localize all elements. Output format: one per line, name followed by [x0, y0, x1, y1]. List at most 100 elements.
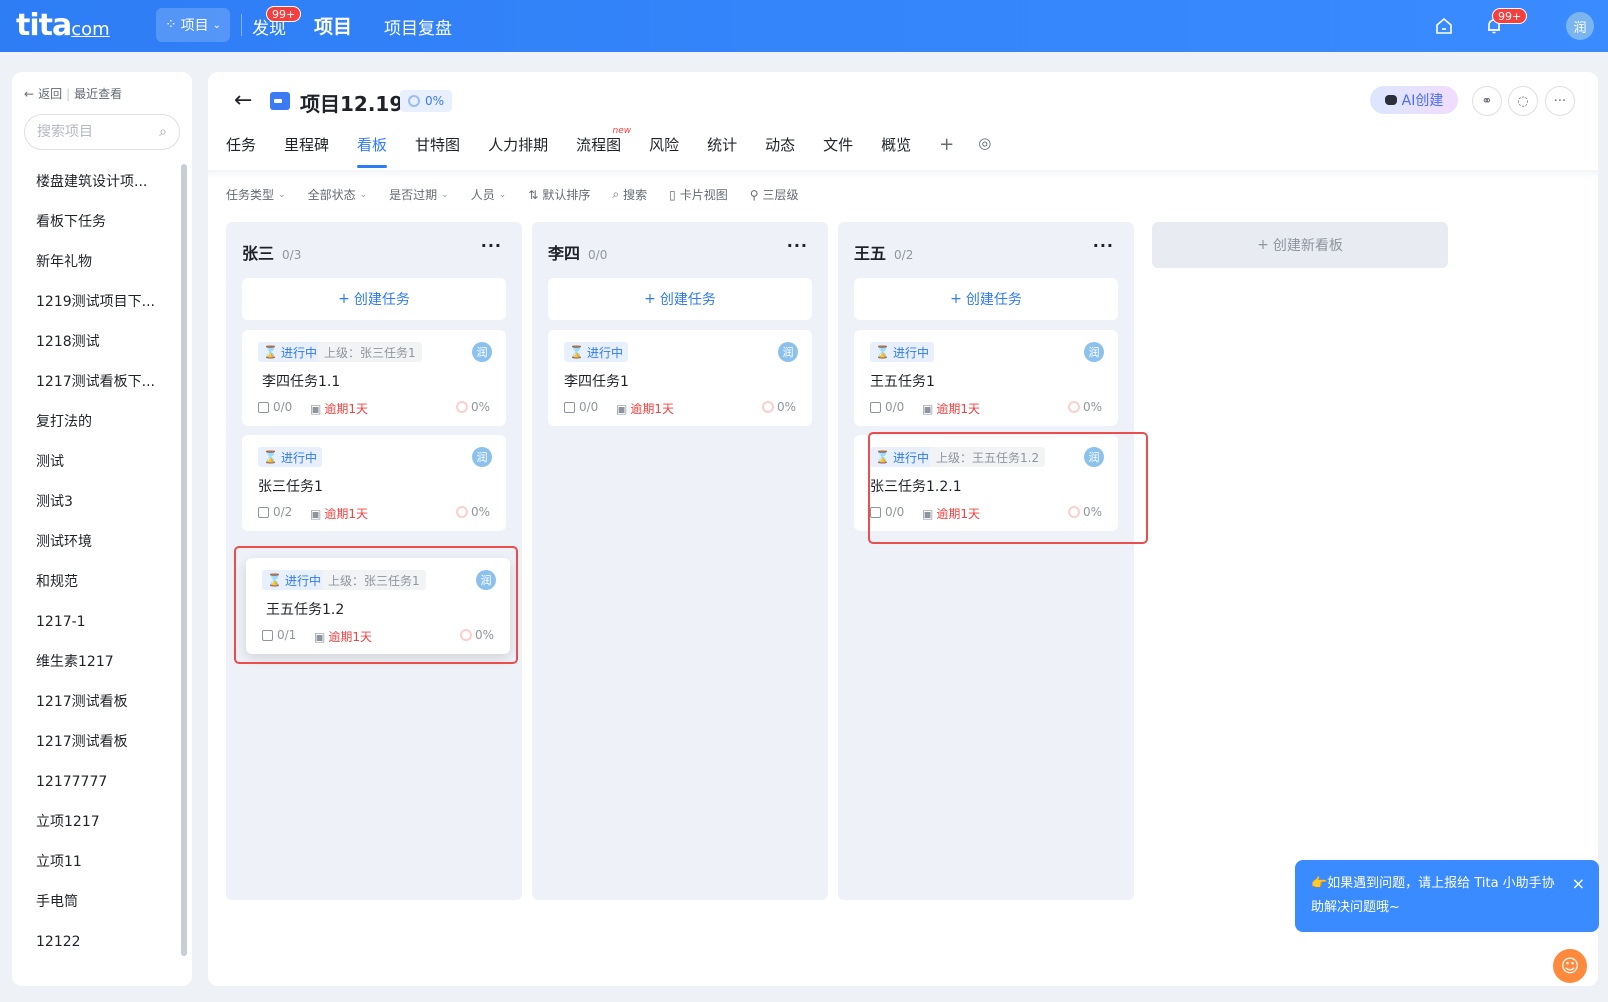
calendar-icon: ▣ [922, 401, 934, 416]
nav-project[interactable]: 项目 [314, 12, 352, 39]
user-avatar[interactable]: 润 [1566, 12, 1594, 40]
checkbox-icon [258, 506, 269, 518]
project-item[interactable]: 看板下任务 [12, 202, 178, 242]
add-tab-icon[interactable]: + [939, 134, 954, 155]
project-switcher[interactable]: ⁘ 项目 ⌄ [156, 8, 230, 42]
sort-button[interactable]: ⇅ 默认排序 [528, 186, 590, 203]
project-item[interactable]: 12122 [12, 922, 178, 962]
plus-icon: + [644, 291, 656, 307]
task-progress: 0% [455, 400, 490, 414]
project-item[interactable]: 1217-1 [12, 602, 178, 642]
filter-status[interactable]: 全部状态 ⌄ [308, 186, 368, 203]
due-status: ▣ 逾期1天 [310, 401, 368, 417]
project-search: ⌕ [24, 114, 180, 150]
tab-activity[interactable]: 动态 [765, 134, 795, 166]
column-header: 张三 0/3 [242, 240, 301, 264]
tab-resource-schedule[interactable]: 人力排期 [488, 134, 548, 166]
project-item[interactable]: 新年礼物 [12, 242, 178, 282]
owner-avatar[interactable]: 润 [1084, 342, 1104, 362]
project-item[interactable]: 1217测试看板 [12, 722, 178, 762]
project-item[interactable]: 楼盘建筑设计项... [12, 162, 178, 202]
tab-flowchart[interactable]: 流程图 new [576, 126, 631, 166]
separator: | [66, 86, 71, 101]
column-more-icon[interactable]: ··· [1093, 236, 1114, 255]
tab-risks[interactable]: 风险 [649, 134, 679, 166]
column-more-icon[interactable]: ··· [787, 236, 808, 255]
project-item[interactable]: 1217测试看板下... [12, 362, 178, 402]
create-task-button[interactable]: + 创建任务 [242, 278, 506, 320]
project-item[interactable]: 12177777 [12, 762, 178, 802]
create-board-button[interactable]: + 创建新看板 [1152, 222, 1448, 268]
tab-kanban[interactable]: 看板 [357, 134, 388, 168]
project-item[interactable]: 立项1217 [12, 802, 178, 842]
ai-create-label: AI创建 [1401, 93, 1444, 109]
calendar-icon: ▣ [310, 401, 322, 416]
help-tooltip: 👉如果遇到问题，请上报给 Tita 小助手协助解决问题哦~ × [1295, 860, 1599, 932]
search-button[interactable]: ⌕ 搜索 [612, 186, 647, 203]
task-card[interactable]: ⌛ 进行中 润 张三任务1 0/2 ▣ 逾期1天 0% [242, 435, 506, 531]
column-more-icon[interactable]: ··· [481, 236, 502, 255]
project-item[interactable]: 测试3 [12, 482, 178, 522]
project-item[interactable]: 复打法的 [12, 402, 178, 442]
project-item[interactable]: 测试 [12, 442, 178, 482]
create-task-button[interactable]: + 创建任务 [548, 278, 812, 320]
subtask-count: 0/0 [564, 400, 598, 414]
project-item[interactable]: 维生素1217 [12, 642, 178, 682]
tab-milestones[interactable]: 里程碑 [284, 134, 329, 166]
tab-overview[interactable]: 概览 [881, 134, 911, 166]
progress-ring-icon [455, 506, 468, 518]
tita-logo[interactable]: titacom [16, 8, 110, 43]
owner-avatar[interactable]: 润 [472, 342, 492, 362]
comment-icon[interactable]: ◌ [1508, 86, 1538, 116]
card-view-button[interactable]: ▯ 卡片视图 [669, 186, 728, 203]
project-item[interactable]: 1219测试项目下... [12, 282, 178, 322]
task-title: 王五任务1 [870, 374, 935, 390]
project-item[interactable]: 手电筒 [12, 882, 178, 922]
settings-target-icon[interactable]: ◎ [978, 134, 991, 152]
project-item[interactable]: 1217测试看板 [12, 682, 178, 722]
close-icon[interactable]: × [1572, 872, 1585, 896]
project-search-input[interactable] [37, 124, 147, 140]
filter-people[interactable]: 人员 ⌄ [471, 186, 507, 203]
filter-overdue[interactable]: 是否过期 ⌄ [389, 186, 449, 203]
task-card[interactable]: ⌛ 进行中 润 王五任务1 0/0 ▣ 逾期1天 0% [854, 330, 1118, 426]
status-badge: ⌛ 进行中 [258, 447, 322, 467]
column-count: 0/2 [894, 248, 914, 262]
assistant-icon[interactable]: ☺ [1550, 946, 1590, 986]
project-item[interactable]: 1218测试 [12, 322, 178, 362]
arrow-left-icon[interactable]: ← [24, 87, 34, 101]
home-icon[interactable] [1432, 14, 1456, 38]
recent-link[interactable]: 最近查看 [74, 85, 122, 102]
back-link[interactable]: 返回 [38, 85, 62, 102]
tab-tasks[interactable]: 任务 [226, 134, 256, 166]
project-item[interactable]: 和规范 [12, 562, 178, 602]
search-icon: ⌕ [612, 187, 620, 201]
ai-create-button[interactable]: AI创建 [1370, 86, 1458, 114]
folder-icon [270, 92, 290, 110]
new-tag: new [612, 126, 632, 136]
sidebar-scrollbar[interactable] [181, 164, 187, 956]
project-header: ← 项目12.19 0% AI创建 ⚭ ◌ ··· 任务 里程碑 看板 甘特图 … [208, 72, 1598, 172]
tab-statistics[interactable]: 统计 [707, 134, 737, 166]
nav-project-review[interactable]: 项目复盘 [384, 14, 452, 39]
owner-avatar[interactable]: 润 [778, 342, 798, 362]
share-link-icon[interactable]: ⚭ [1472, 86, 1502, 116]
project-item[interactable]: 测试环境 [12, 522, 178, 562]
parent-tag: 上级：张三任务1 [318, 342, 422, 362]
tab-gantt[interactable]: 甘特图 [415, 134, 460, 166]
back-arrow-icon[interactable]: ← [234, 88, 252, 113]
highlight-box [868, 432, 1148, 544]
owner-avatar[interactable]: 润 [472, 447, 492, 467]
tab-files[interactable]: 文件 [823, 134, 853, 166]
levels-button[interactable]: ⚲ 三层级 [750, 186, 799, 203]
task-card[interactable]: ⌛ 进行中 润 李四任务1 0/0 ▣ 逾期1天 0% [548, 330, 812, 426]
task-card[interactable]: ⌛ 进行中 上级：张三任务1 润 李四任务1.1 0/0 ▣ 逾期1天 0% [242, 330, 506, 426]
more-icon[interactable]: ··· [1545, 86, 1575, 116]
create-task-button[interactable]: + 创建任务 [854, 278, 1118, 320]
project-item[interactable]: 立项11 [12, 842, 178, 882]
filter-task-type[interactable]: 任务类型 ⌄ [226, 186, 286, 203]
hourglass-icon: ⌛ [569, 345, 584, 359]
search-icon[interactable]: ⌕ [159, 124, 167, 140]
due-status: ▣ 逾期1天 [616, 401, 674, 417]
status-badge: ⌛ 进行中 [258, 342, 322, 362]
